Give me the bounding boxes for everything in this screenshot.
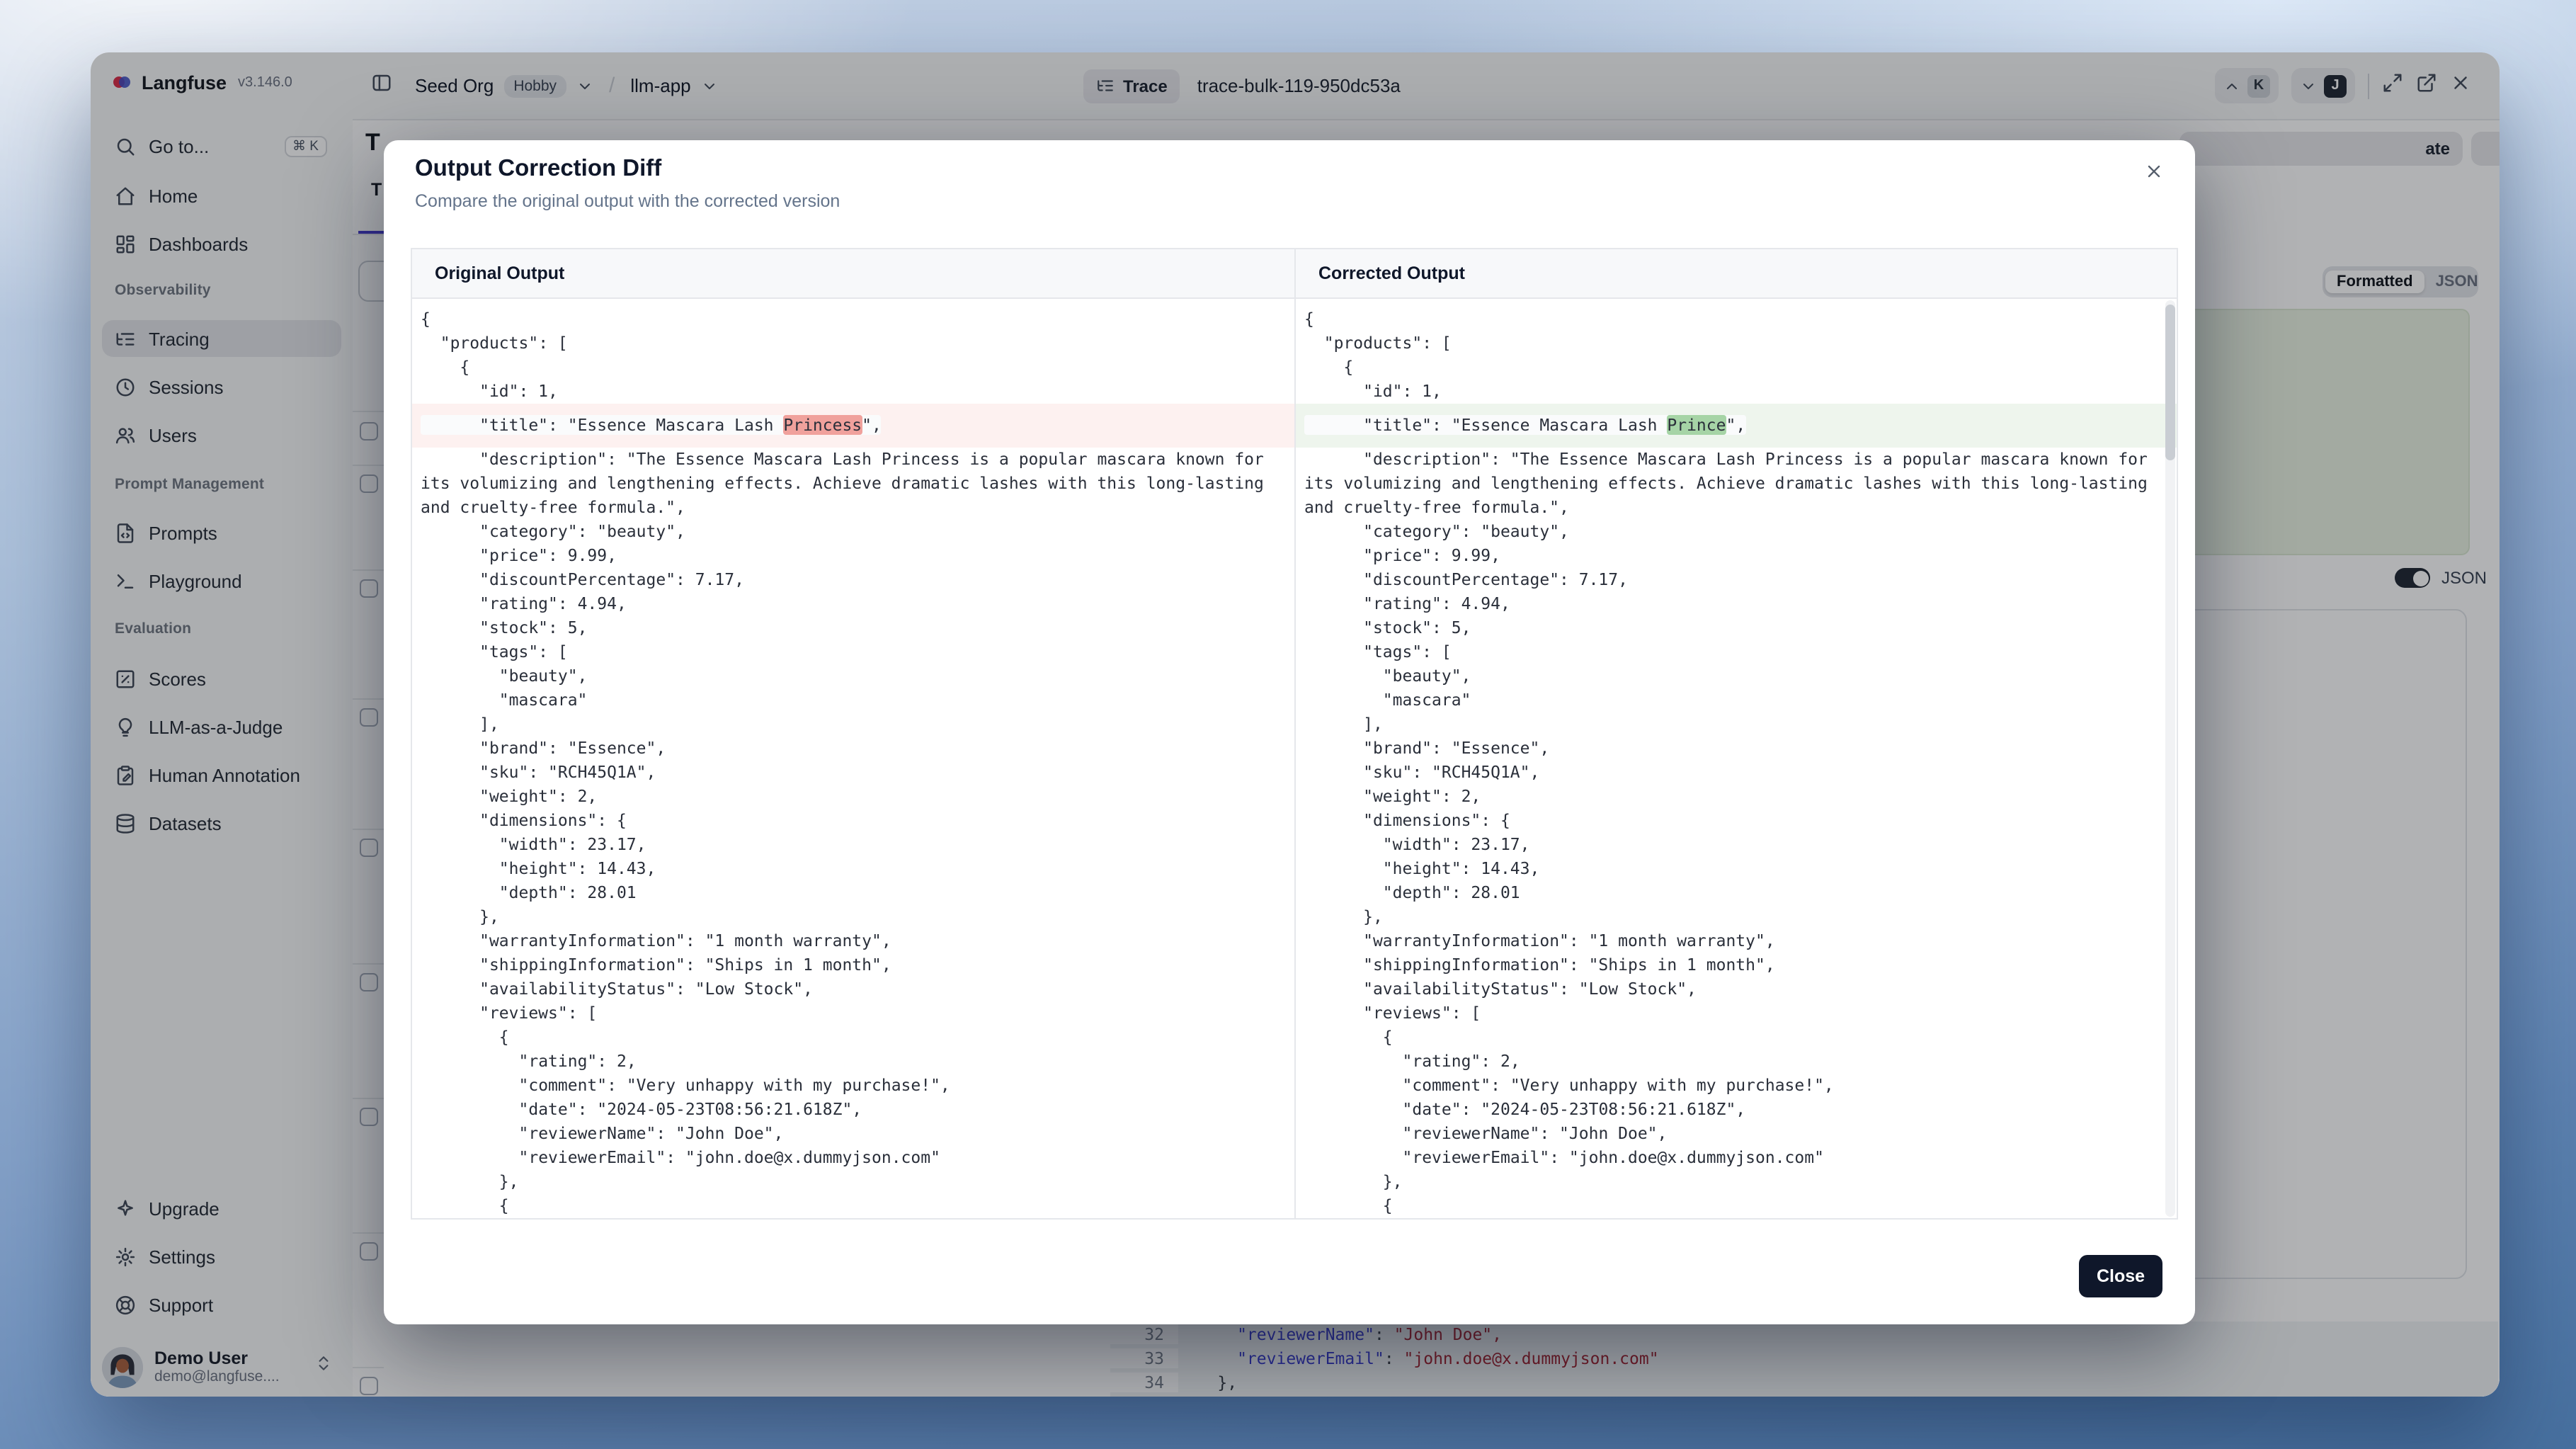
screen: Langfuse v3.146.0 Go to... ⌘ K Home Dash… xyxy=(0,0,2576,1449)
original-output-code: { "products": [ { "id": 1, "title": "Ess… xyxy=(412,299,1294,1218)
scrollbar[interactable] xyxy=(2165,300,2175,1217)
close-button[interactable]: Close xyxy=(2079,1255,2162,1297)
close-icon xyxy=(2144,161,2164,181)
modal-close-button[interactable] xyxy=(2140,157,2168,186)
diff-panel-body: { "products": [ { "id": 1, "title": "Ess… xyxy=(412,299,2177,1218)
modal-subtitle: Compare the original output with the cor… xyxy=(415,191,840,211)
scrollbar-thumb[interactable] xyxy=(2165,305,2175,460)
modal-title: Output Correction Diff xyxy=(415,156,661,183)
original-output-header: Original Output xyxy=(412,249,1294,297)
corrected-output-code: { "products": [ { "id": 1, "title": "Ess… xyxy=(1294,299,2177,1218)
diff-panels: Original Output Corrected Output { "prod… xyxy=(411,248,2178,1220)
corrected-output-header: Corrected Output xyxy=(1294,249,2177,297)
diff-panel-headers: Original Output Corrected Output xyxy=(412,249,2177,299)
output-correction-diff-modal: Output Correction Diff Compare the origi… xyxy=(384,140,2195,1324)
